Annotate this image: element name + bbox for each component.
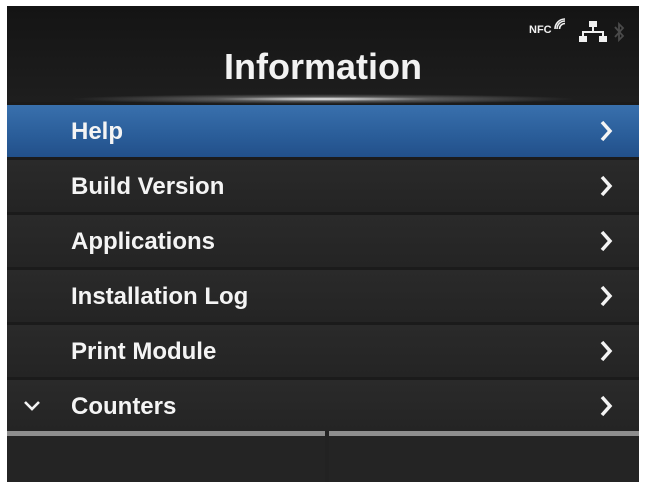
- menu-item-help[interactable]: Help: [7, 105, 639, 157]
- chevron-right-icon: [600, 340, 613, 362]
- softkey-bar: [7, 431, 639, 482]
- menu-item-label: Installation Log: [71, 283, 249, 310]
- menu-item-installation-log[interactable]: Installation Log: [7, 270, 639, 322]
- chevron-down-icon: [24, 401, 40, 411]
- nfc-icon: NFC: [529, 24, 552, 36]
- menu-item-print-module[interactable]: Print Module: [7, 325, 639, 377]
- header-divider: [67, 94, 579, 104]
- chevron-right-icon: [600, 395, 613, 417]
- menu-item-label: Print Module: [71, 338, 217, 365]
- menu-item-label: Build Version: [71, 173, 225, 200]
- menu-item-label: Applications: [71, 228, 216, 255]
- chevron-right-icon: [600, 120, 613, 142]
- softkey-right[interactable]: [329, 431, 639, 482]
- menu-item-applications[interactable]: Applications: [7, 215, 639, 267]
- menu-item-label: Counters: [71, 393, 177, 420]
- nfc-waves-icon: [554, 18, 566, 30]
- page-title: Information: [224, 46, 422, 87]
- header: NFC Information: [7, 6, 639, 104]
- menu-item-counters[interactable]: Counters: [7, 380, 639, 432]
- menu-item-label: Help: [71, 118, 124, 145]
- printer-screen: NFC Information Help Build Version Appli…: [7, 6, 639, 482]
- bluetooth-icon: [614, 21, 625, 43]
- chevron-right-icon: [600, 285, 613, 307]
- chevron-right-icon: [600, 175, 613, 197]
- menu-list: Help Build Version Applications Installa…: [7, 105, 639, 435]
- network-icon: [579, 21, 607, 42]
- softkey-left[interactable]: [7, 431, 325, 482]
- menu-item-build-version[interactable]: Build Version: [7, 160, 639, 212]
- chevron-right-icon: [600, 230, 613, 252]
